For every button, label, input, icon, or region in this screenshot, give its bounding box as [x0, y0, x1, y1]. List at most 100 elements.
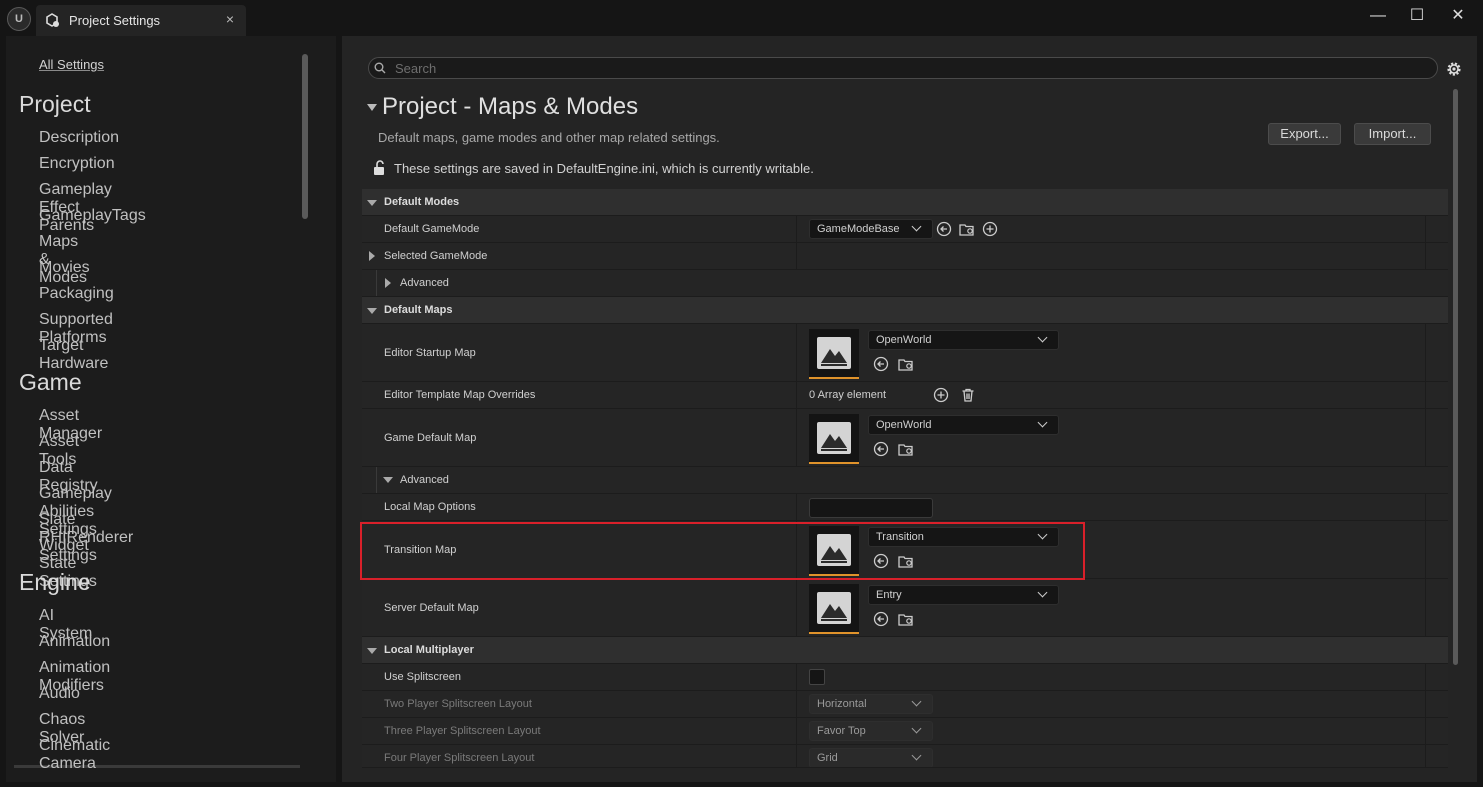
property-label: Transition Map: [384, 544, 457, 556]
column-divider: [796, 324, 797, 381]
row-local-map-options: Local Map Options: [362, 494, 1448, 521]
chevron-down-icon: [911, 221, 922, 232]
indent-guide: [376, 467, 377, 493]
server-default-map-dropdown[interactable]: Entry: [868, 585, 1059, 605]
sidebar-item-gameplaytags[interactable]: GameplayTags: [39, 207, 146, 225]
column-divider: [1425, 243, 1426, 269]
use-selected-icon[interactable]: [873, 553, 889, 569]
editor-startup-map-dropdown[interactable]: OpenWorld: [868, 330, 1059, 350]
use-selected-icon[interactable]: [873, 441, 889, 457]
add-icon[interactable]: [982, 221, 998, 237]
column-divider: [1425, 579, 1426, 636]
property-label: Advanced: [400, 474, 449, 486]
property-label: Local Map Options: [384, 501, 476, 513]
use-selected-icon[interactable]: [873, 356, 889, 372]
sidebar-scrollbar[interactable]: [302, 54, 308, 219]
game-default-map-dropdown[interactable]: OpenWorld: [868, 415, 1059, 435]
sidebar-item-description[interactable]: Description: [39, 129, 119, 147]
row-four-player-layout: Four Player Splitscreen Layout Grid: [362, 745, 1448, 768]
unlock-icon: [374, 160, 384, 175]
map-icon: [817, 534, 851, 566]
browse-icon[interactable]: [898, 611, 914, 627]
column-divider: [796, 718, 797, 744]
tab-project-settings[interactable]: Project Settings ×: [36, 5, 246, 36]
dropdown-value: Transition: [876, 531, 924, 543]
map-thumbnail[interactable]: [809, 414, 859, 464]
sidebar-item-animation[interactable]: Animation: [39, 633, 110, 651]
use-selected-icon[interactable]: [873, 611, 889, 627]
map-thumbnail[interactable]: [809, 526, 859, 576]
section-default-modes[interactable]: Default Modes: [362, 189, 1448, 216]
browse-icon[interactable]: [898, 356, 914, 372]
search-input[interactable]: [395, 59, 1425, 77]
browse-icon[interactable]: [959, 221, 975, 237]
export-button[interactable]: Export...: [1268, 123, 1341, 145]
property-label: Three Player Splitscreen Layout: [384, 725, 541, 737]
minimize-button[interactable]: —: [1363, 6, 1393, 26]
row-advanced-modes[interactable]: Advanced: [362, 270, 1448, 297]
page-collapse-icon[interactable]: [367, 104, 377, 111]
dropdown-value: OpenWorld: [876, 334, 932, 346]
local-map-options-input[interactable]: [809, 498, 933, 518]
column-divider: [1425, 409, 1426, 466]
trash-icon[interactable]: [960, 387, 976, 403]
section-title: Default Modes: [384, 196, 460, 208]
sidebar-item-packaging[interactable]: Packaging: [39, 285, 114, 303]
map-icon: [817, 337, 851, 369]
sidebar-item-cinematic-camera[interactable]: Cinematic Camera: [39, 737, 110, 773]
row-editor-startup-map: Editor Startup Map OpenWorld: [362, 324, 1448, 382]
property-label: Advanced: [400, 277, 449, 289]
sidebar-item-encryption[interactable]: Encryption: [39, 155, 115, 173]
property-label: Editor Template Map Overrides: [384, 389, 536, 401]
details-scrollbar[interactable]: [1453, 89, 1458, 665]
row-advanced-maps[interactable]: Advanced: [362, 467, 1448, 494]
chevron-down-icon: [911, 723, 922, 734]
chevron-down-icon: [1037, 587, 1048, 598]
section-collapse-icon: [367, 200, 377, 206]
map-thumbnail[interactable]: [809, 329, 859, 379]
property-label: Editor Startup Map: [384, 347, 476, 359]
browse-icon[interactable]: [898, 553, 914, 569]
close-window-button[interactable]: ✕: [1443, 6, 1473, 26]
dropdown-value: GameModeBase: [817, 223, 900, 235]
map-thumbnail[interactable]: [809, 584, 859, 634]
column-divider: [796, 494, 797, 520]
search-icon: [374, 62, 386, 74]
add-element-icon[interactable]: [933, 387, 949, 403]
section-title: Local Multiplayer: [384, 644, 474, 656]
page-description: Default maps, game modes and other map r…: [378, 130, 720, 145]
row-server-default-map: Server Default Map Entry: [362, 579, 1448, 637]
unreal-logo-icon[interactable]: U: [7, 7, 31, 31]
row-selected-gamemode[interactable]: Selected GameMode: [362, 243, 1448, 270]
sidebar-item-target-hardware[interactable]: Target Hardware: [39, 337, 108, 373]
use-splitscreen-checkbox[interactable]: [809, 669, 825, 685]
browse-icon[interactable]: [898, 441, 914, 457]
all-settings-link[interactable]: All Settings: [39, 57, 104, 72]
column-divider: [1425, 718, 1426, 744]
maximize-button[interactable]: ☐: [1402, 6, 1432, 26]
import-button[interactable]: Import...: [1354, 123, 1431, 145]
array-count: 0 Array element: [809, 389, 887, 401]
gamemode-dropdown[interactable]: GameModeBase: [809, 219, 933, 239]
tab-close-icon[interactable]: ×: [226, 11, 234, 27]
section-local-multiplayer[interactable]: Local Multiplayer: [362, 637, 1448, 664]
row-three-player-layout: Three Player Splitscreen Layout Favor To…: [362, 718, 1448, 745]
three-player-layout-dropdown[interactable]: Favor Top: [809, 721, 933, 741]
transition-map-dropdown[interactable]: Transition: [868, 527, 1059, 547]
dropdown-value: Entry: [876, 589, 902, 601]
indent-guide: [376, 270, 377, 296]
dropdown-value: OpenWorld: [876, 419, 932, 431]
category-game: Game: [19, 369, 82, 395]
section-default-maps[interactable]: Default Maps: [362, 297, 1448, 324]
sidebar-item-audio[interactable]: Audio: [39, 685, 80, 703]
chevron-down-icon: [911, 750, 922, 761]
tab-label: Project Settings: [69, 13, 161, 28]
gear-icon[interactable]: [1445, 60, 1463, 78]
four-player-layout-dropdown[interactable]: Grid: [809, 748, 933, 767]
column-divider: [796, 409, 797, 466]
use-selected-icon[interactable]: [936, 221, 952, 237]
sidebar-item-movies[interactable]: Movies: [39, 259, 90, 277]
column-divider: [796, 243, 797, 269]
search-box[interactable]: [368, 57, 1438, 79]
two-player-layout-dropdown[interactable]: Horizontal: [809, 694, 933, 714]
